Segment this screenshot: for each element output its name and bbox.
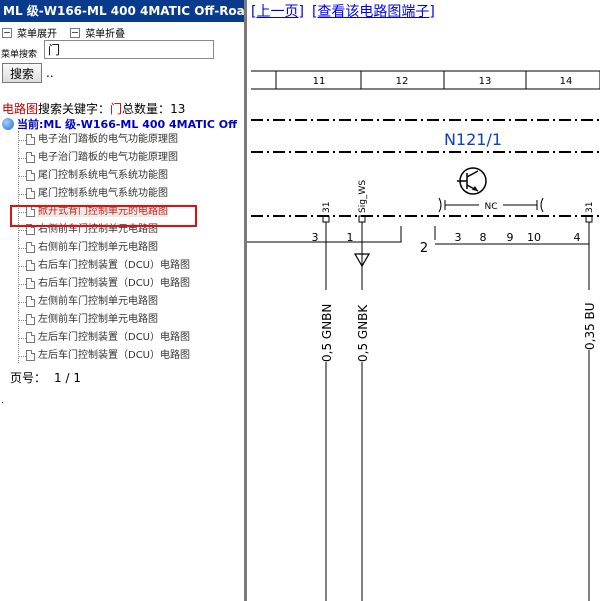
tree-item-label: 左后车门控制装置（DCU）电路图 (38, 350, 191, 361)
tree-branch (18, 176, 26, 177)
tree-branch (18, 302, 26, 303)
prev-page-link[interactable]: [上一页] (251, 4, 304, 20)
connector-pin: 10 (527, 231, 541, 244)
diagram-panel: 11 12 13 14 N121/1 31 Sig_WS 31 NC 3 1 2… (247, 0, 600, 601)
tree-item[interactable]: 尾门控制系统电气系统功能图 (14, 185, 242, 203)
tree-item-label: 左侧前车门控制单元电路图 (38, 314, 158, 325)
search-result-summary: 电路图搜索关键字：门总数量：13 (2, 100, 185, 117)
tree-item[interactable]: 电子治门踏板的电气功能原理图 (14, 131, 242, 149)
column-number: 14 (560, 76, 573, 87)
tree-branch (18, 140, 26, 141)
result-tree: 电子治门踏板的电气功能原理图 电子治门踏板的电气功能原理图 尾门控制系统电气系统功能… (14, 131, 242, 365)
page-indicator: 页号： 1 / 1 (10, 369, 81, 386)
tree-item-label: 电子治门踏板的电气功能原理图 (38, 134, 178, 145)
menu-collapse-toggle[interactable]: 菜单折叠 (70, 28, 125, 40)
tree-branch (18, 284, 26, 285)
column-number: 12 (396, 76, 409, 87)
tree-item-label: 左侧前车门控制单元电路图 (38, 296, 158, 307)
tree-item[interactable]: 左后车门控制装置（DCU）电路图 (14, 347, 242, 365)
tree-item-label: 左后车门控制装置（DCU）电路图 (38, 332, 191, 343)
document-icon (26, 278, 35, 289)
document-icon (26, 314, 35, 325)
collapse-icon (70, 28, 81, 38)
after-button-text: .. (46, 66, 54, 80)
tree-branch (18, 338, 26, 339)
tree-item[interactable]: 右后车门控制装置（DCU）电路图 (14, 275, 242, 293)
document-icon (26, 350, 35, 361)
tree-item[interactable]: 尾门控制系统电气系统功能图 (14, 167, 242, 185)
document-icon (26, 170, 35, 181)
connector-pin: 3 (312, 231, 319, 244)
connector-pin: 9 (507, 231, 514, 244)
component-label: N121/1 (444, 130, 502, 149)
tree-item-label: 电子治门踏板的电气功能原理图 (38, 152, 178, 163)
pin-label: 31 (322, 202, 332, 213)
signal-label: Sig_WS (358, 180, 368, 213)
tree-item[interactable]: 左侧前车门控制单元电路图 (14, 311, 242, 329)
search-button[interactable]: 搜索 (2, 63, 42, 83)
tree-item-label: 右后车门控制装置（DCU）电路图 (38, 260, 191, 271)
search-label: 菜单搜索 (1, 50, 38, 60)
nc-label: NC (484, 202, 497, 212)
view-terminals-link[interactable]: [查看该电路图端子] (312, 4, 435, 20)
tree-branch (18, 248, 26, 249)
tree-branch (18, 194, 26, 195)
result-middle: 搜索关键字： (38, 102, 111, 116)
tree-item-label: 右侧前车门控制单元电路图 (38, 242, 158, 253)
top-links: [上一页] [查看该电路图端子] (251, 1, 443, 21)
pin-label: 31 (585, 202, 595, 213)
tree-branch (18, 266, 26, 267)
document-icon (26, 332, 35, 343)
document-icon (26, 188, 35, 199)
left-sidebar: ML 级-W166-ML 400 4MATIC Off-Roader / 菜单展… (0, 0, 244, 601)
wire-label: 0,35 BU (583, 302, 597, 350)
menu-expand-toggle[interactable]: 菜单展开 (2, 28, 57, 40)
tree-item[interactable]: 左后车门控制装置（DCU）电路图 (14, 329, 242, 347)
connector-pin: 3 (455, 231, 462, 244)
tiny-mark: . (1, 396, 4, 406)
selection-highlight-box (10, 205, 197, 227)
document-icon (26, 134, 35, 145)
search-input[interactable] (44, 40, 214, 59)
connector-pin: 8 (480, 231, 487, 244)
wire-label: 0,5 GNBK (356, 304, 370, 362)
result-keyword: 门 (110, 102, 123, 116)
expand-icon (2, 28, 12, 38)
document-icon (26, 242, 35, 253)
tree-item-label: 尾门控制系统电气系统功能图 (38, 170, 168, 181)
tree-item[interactable]: 左侧前车门控制单元电路图 (14, 293, 242, 311)
tree-item[interactable]: 右侧前车门控制单元电路图 (14, 239, 242, 257)
connector-pin: 2 (420, 241, 428, 256)
sidebar-title: ML 级-W166-ML 400 4MATIC Off-Roader / (0, 0, 244, 22)
column-number: 13 (479, 76, 492, 87)
tree-branch (18, 320, 26, 321)
tree-item-label: 右后车门控制装置（DCU）电路图 (38, 278, 191, 289)
current-model-label: 当前:ML 级-W166-ML 400 4MATIC Off (17, 118, 238, 131)
menu-toggles: 菜单展开 菜单折叠 (2, 25, 135, 40)
tree-branch (18, 230, 26, 231)
document-icon (26, 296, 35, 307)
connector-pin: 4 (574, 231, 581, 244)
document-icon (26, 260, 35, 271)
tree-item[interactable]: 电子治门踏板的电气功能原理图 (14, 149, 242, 167)
result-prefix: 电路图 (2, 102, 39, 116)
page-value: 1 / 1 (54, 371, 81, 385)
tree-branch (18, 158, 26, 159)
page-label: 页号： (10, 371, 47, 385)
tree-item[interactable]: 右后车门控制装置（DCU）电路图 (14, 257, 242, 275)
tree-branch (18, 356, 26, 357)
globe-icon (2, 118, 14, 130)
document-icon (26, 152, 35, 163)
tree-item-label: 尾门控制系统电气系统功能图 (38, 188, 168, 199)
circuit-diagram: 11 12 13 14 N121/1 31 Sig_WS 31 NC 3 1 2… (247, 70, 600, 601)
current-model[interactable]: 当前:ML 级-W166-ML 400 4MATIC Off (2, 116, 237, 132)
column-number: 11 (313, 76, 326, 87)
result-count-label: 总数量： (122, 102, 171, 116)
connector-pin: 1 (347, 231, 354, 244)
result-count: 13 (170, 102, 186, 116)
wire-label: 0,5 GNBN (320, 304, 334, 362)
